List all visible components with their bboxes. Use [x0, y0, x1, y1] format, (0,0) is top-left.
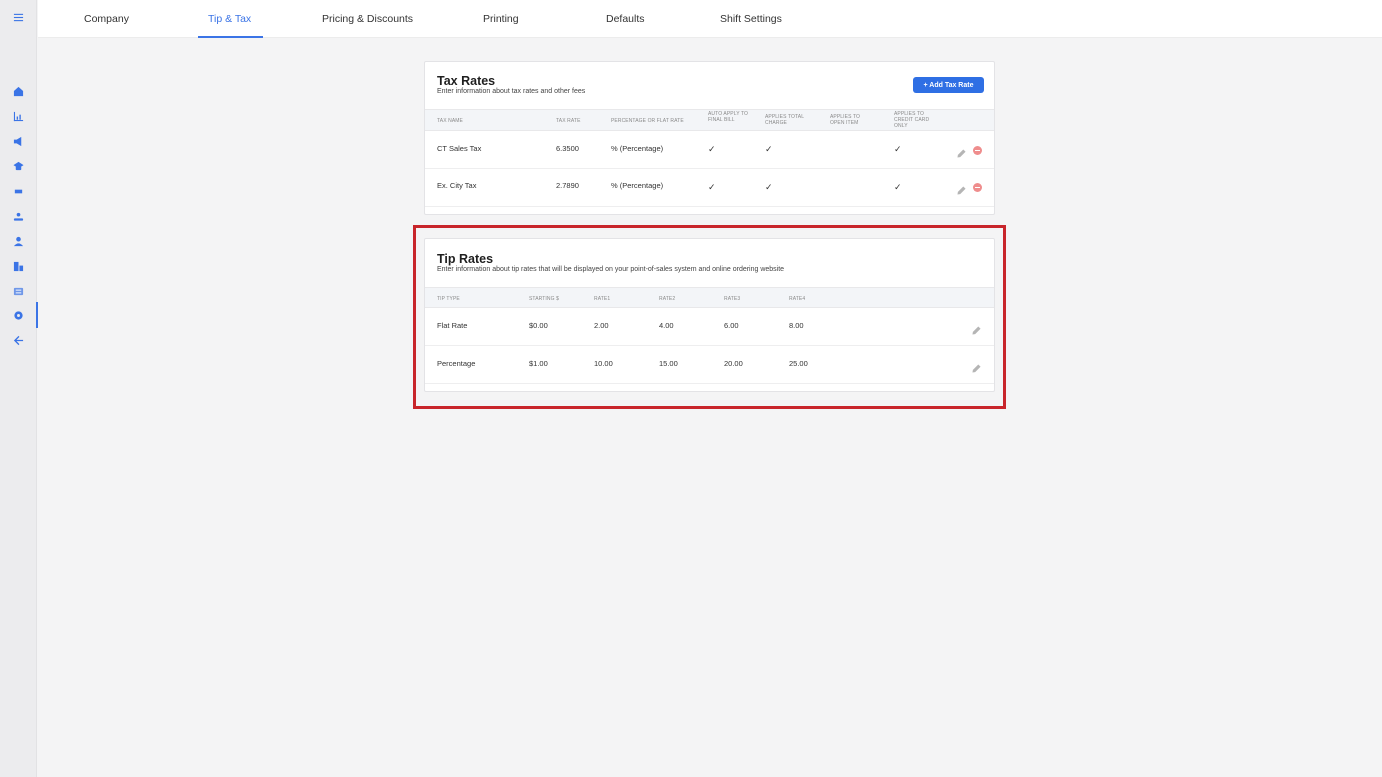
tax-type: % (Percentage) — [611, 144, 664, 153]
tip-rates-card: Tip Rates Enter information about tip ra… — [424, 238, 995, 392]
tip-rate3: 20.00 — [724, 359, 743, 368]
arrow-left-icon[interactable] — [0, 329, 37, 351]
col-tax-rate: TAX RATE — [556, 118, 581, 124]
table-row: Flat Rate $0.00 2.00 4.00 6.00 8.00 — [425, 308, 994, 346]
tip-rate4: 8.00 — [789, 321, 804, 330]
tab-printing[interactable]: Printing — [483, 13, 519, 38]
col-rate1: RATE1 — [594, 296, 611, 302]
col-applies-total-charge: APPLIES TOTAL CHARGE — [765, 114, 804, 126]
tab-defaults[interactable]: Defaults — [606, 13, 645, 38]
col-rate2: RATE2 — [659, 296, 676, 302]
tip-type: Flat Rate — [437, 321, 468, 330]
tax-name: Ex. City Tax — [437, 181, 477, 190]
tip-table-header: TIP TYPE STARTING $ RATE1 RATE2 RATE3 RA… — [425, 287, 994, 308]
col-applies-credit-card: APPLIES TO CREDIT CARD ONLY — [894, 111, 930, 129]
edit-icon[interactable] — [972, 322, 981, 335]
megaphone-icon[interactable] — [0, 130, 37, 152]
edit-icon[interactable] — [972, 360, 981, 373]
tax-rate: 6.3500 — [556, 144, 579, 153]
tab-company[interactable]: Company — [84, 13, 129, 38]
tax-type: % (Percentage) — [611, 181, 664, 190]
chart-icon[interactable] — [0, 105, 37, 127]
tip-type: Percentage — [437, 359, 476, 368]
edit-icon[interactable] — [957, 145, 966, 158]
tip-rate2: 15.00 — [659, 359, 678, 368]
table-row: Ex. City Tax 2.7890 % (Percentage) ✓ ✓ ✓ — [425, 169, 994, 207]
graduation-cap-icon[interactable] — [0, 155, 37, 177]
col-rate3: RATE3 — [724, 296, 741, 302]
user-icon[interactable] — [0, 230, 37, 252]
menu-icon[interactable] — [0, 6, 37, 28]
tip-rate1: 10.00 — [594, 359, 613, 368]
tip-rate3: 6.00 — [724, 321, 739, 330]
list-icon[interactable] — [0, 280, 37, 302]
total-charge-check: ✓ — [765, 144, 773, 154]
tab-pricing-discounts[interactable]: Pricing & Discounts — [322, 13, 413, 38]
col-starting: STARTING $ — [529, 296, 559, 302]
col-rate4: RATE4 — [789, 296, 806, 302]
tip-rate1: 2.00 — [594, 321, 609, 330]
tip-starting: $0.00 — [529, 321, 548, 330]
col-tax-name: TAX NAME — [437, 118, 463, 124]
col-applies-open-item: APPLIES TO OPEN ITEM — [830, 114, 860, 126]
tip-rates-title: Tip Rates — [437, 252, 494, 266]
tax-name: CT Sales Tax — [437, 144, 482, 153]
delete-icon[interactable] — [973, 146, 982, 155]
users-icon[interactable] — [0, 205, 37, 227]
total-charge-check: ✓ — [765, 182, 773, 192]
auto-apply-check: ✓ — [708, 144, 716, 154]
credit-card-check: ✓ — [894, 144, 902, 154]
tax-rate: 2.7890 — [556, 181, 579, 190]
top-nav: Company Tip & Tax Pricing & Discounts Pr… — [38, 0, 1382, 38]
auto-apply-check: ✓ — [708, 182, 716, 192]
tag-icon[interactable] — [0, 180, 37, 202]
credit-card-check: ✓ — [894, 182, 902, 192]
edit-icon[interactable] — [957, 182, 966, 195]
tip-rates-subtitle: Enter information about tip rates that w… — [437, 266, 785, 273]
tax-rates-title: Tax Rates — [437, 74, 496, 88]
tip-rate4: 25.00 — [789, 359, 808, 368]
tab-tip-and-tax[interactable]: Tip & Tax — [197, 13, 264, 38]
sidebar — [0, 0, 38, 777]
add-tax-rate-button[interactable]: + Add Tax Rate — [913, 77, 984, 93]
home-icon[interactable] — [0, 80, 37, 102]
table-row: Percentage $1.00 10.00 15.00 20.00 25.00 — [425, 346, 994, 384]
building-icon[interactable] — [0, 255, 37, 277]
delete-icon[interactable] — [973, 183, 982, 192]
tip-rate2: 4.00 — [659, 321, 674, 330]
tip-starting: $1.00 — [529, 359, 548, 368]
tab-shift-settings[interactable]: Shift Settings — [720, 13, 782, 38]
tax-table-header: TAX NAME TAX RATE PERCENTAGE OR FLAT RAT… — [425, 109, 994, 131]
gear-icon[interactable] — [0, 302, 38, 328]
col-tip-type: TIP TYPE — [437, 296, 460, 302]
col-percentage-or-flat: PERCENTAGE OR FLAT RATE — [611, 118, 684, 124]
tax-rates-subtitle: Enter information about tax rates and ot… — [437, 88, 586, 95]
col-auto-apply: AUTO APPLY TO FINAL BILL — [708, 111, 749, 123]
tax-rates-card: Tax Rates Enter information about tax ra… — [424, 61, 995, 215]
table-row: CT Sales Tax 6.3500 % (Percentage) ✓ ✓ ✓ — [425, 131, 994, 169]
